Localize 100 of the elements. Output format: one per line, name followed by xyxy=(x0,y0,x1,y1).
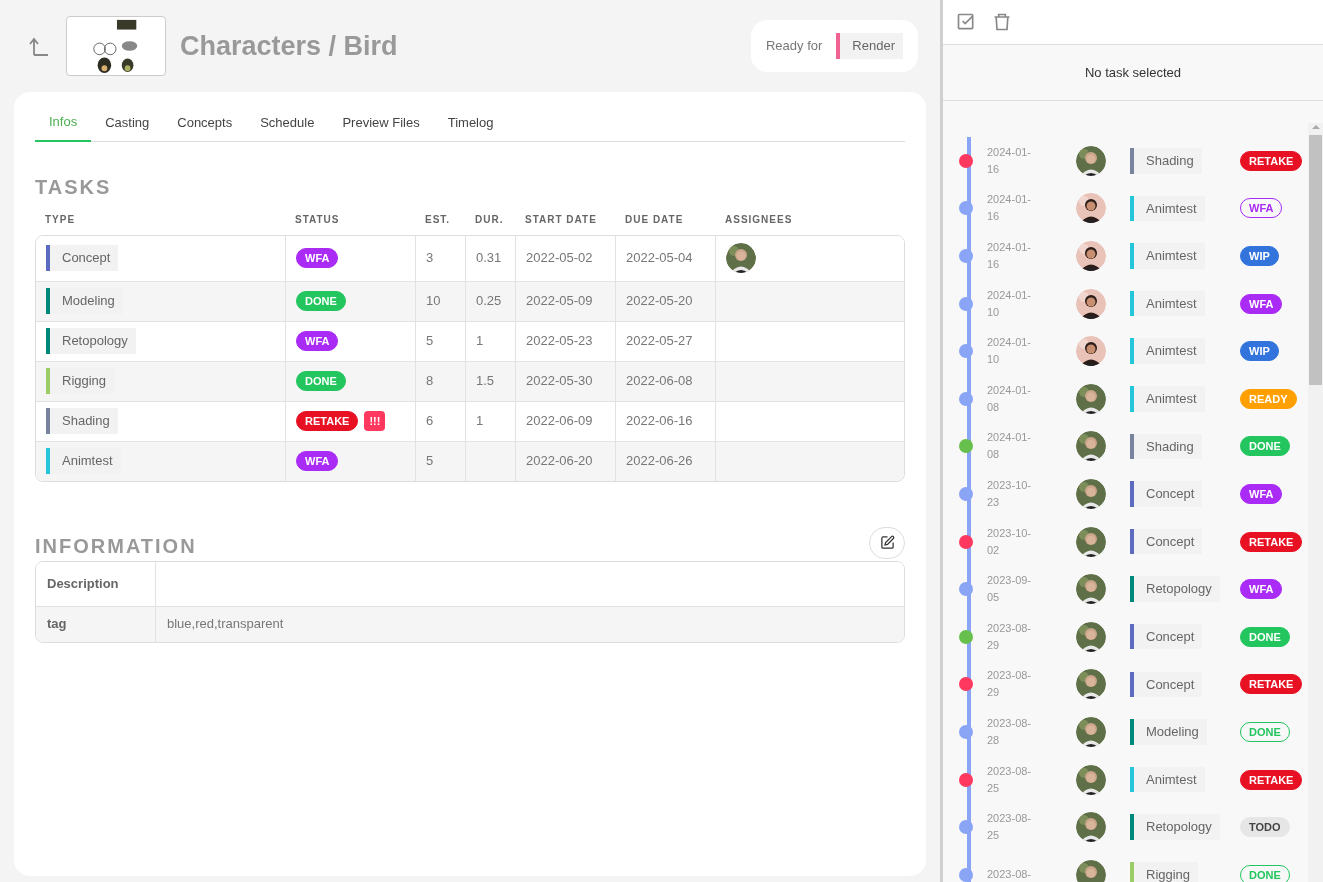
status-badge: WFA xyxy=(296,331,339,351)
field-label: tag xyxy=(47,615,67,634)
task-type-tag: Modeling xyxy=(1130,719,1207,745)
status-badge: RETAKE xyxy=(1240,531,1303,552)
section-title: TASKS xyxy=(35,174,113,200)
status-badge: WFA xyxy=(1240,483,1283,504)
status-badge: RETAKE xyxy=(1240,674,1303,695)
task-type-tag: Concept xyxy=(46,245,119,271)
column-header: DUE DATE xyxy=(624,212,685,227)
timeline-date: 2023-08-28 xyxy=(987,715,1033,748)
table-cell-text: 5 xyxy=(426,332,434,351)
task-type-tag: Concept xyxy=(1130,528,1203,555)
status-badge: WIP xyxy=(1240,341,1279,362)
timeline-date: 2023-10-02 xyxy=(987,525,1033,558)
table-cell-text: 2022-05-20 xyxy=(626,292,693,311)
table-cell-text: 1 xyxy=(476,412,484,431)
status-badge: DONE xyxy=(1240,626,1290,647)
status-badge: TODO xyxy=(1240,817,1290,838)
tab[interactable]: Schedule xyxy=(246,112,329,141)
scroll-up-icon[interactable] xyxy=(1311,125,1320,129)
status-badge: WFA xyxy=(1240,293,1283,314)
table-cell-text: 0.25 xyxy=(476,292,502,311)
timeline-date: 2023-09-05 xyxy=(987,573,1033,606)
task-type-tag: Animtest xyxy=(1130,290,1205,317)
table-cell-text: 1 xyxy=(476,332,484,351)
table-cell-text: 5 xyxy=(426,452,434,471)
scrollbar-thumb[interactable] xyxy=(1309,135,1322,385)
status-badge: RETAKE xyxy=(1240,150,1303,171)
column-header: EST. xyxy=(424,212,452,227)
tab[interactable]: Concepts xyxy=(163,112,247,141)
trash-icon[interactable] xyxy=(992,12,1012,32)
task-type-tag: Render xyxy=(836,33,903,59)
status-badge: READY xyxy=(1240,388,1297,409)
timeline-date: 2024-01-08 xyxy=(987,382,1033,415)
table-cell-text: 1.5 xyxy=(476,372,495,391)
checkbox-icon[interactable] xyxy=(956,12,976,32)
task-type-tag: Animtest xyxy=(1130,243,1205,269)
table-cell-text: 6 xyxy=(426,412,434,431)
status-badge: WFA xyxy=(296,451,339,471)
back-arrow-icon[interactable] xyxy=(28,35,50,57)
status-badge: RETAKE xyxy=(1240,769,1303,790)
task-type-tag: Concept xyxy=(1130,671,1203,698)
status-badge: WFA xyxy=(1240,579,1283,600)
timeline-date: 2024-01-16 xyxy=(987,240,1033,272)
edit-icon xyxy=(879,535,895,550)
timeline-date: 2023-08-29 xyxy=(987,620,1033,653)
column-header: ASSIGNEES xyxy=(724,212,794,227)
table-cell-text: 2022-05-02 xyxy=(526,249,593,268)
table-cell-text: 2022-05-04 xyxy=(626,249,693,268)
status-badge: DONE xyxy=(296,371,346,391)
timeline-date: 2024-01-10 xyxy=(987,287,1033,320)
task-type-tag: Rigging xyxy=(1130,861,1199,882)
timeline-date: 2024-01-08 xyxy=(987,430,1033,463)
task-type-tag: Retopology xyxy=(1130,576,1220,602)
task-type-tag: Concept xyxy=(1130,624,1203,650)
timeline-date: 2023-08-29 xyxy=(987,668,1033,701)
empty-state-text: No task selected xyxy=(1084,63,1182,82)
table-cell-text: 2022-05-23 xyxy=(526,332,593,351)
section-title: INFORMATION xyxy=(35,533,197,559)
timeline-date: 2024-01-16 xyxy=(987,192,1033,225)
column-header: DUR. xyxy=(474,212,505,227)
timeline-date: 2023-08-25 xyxy=(987,811,1033,844)
column-header: TYPE xyxy=(44,212,77,227)
timeline-date: 2023-10-23 xyxy=(987,477,1033,510)
table-cell-text: 2022-06-20 xyxy=(526,452,593,471)
tab[interactable]: Casting xyxy=(91,112,164,141)
table-cell-text: 8 xyxy=(426,372,434,391)
timeline-date: 2024-01-16 xyxy=(987,144,1033,177)
table-cell-text: 3 xyxy=(426,249,434,268)
table-cell-text: 2022-06-16 xyxy=(626,412,693,431)
task-type-tag: Concept xyxy=(1130,481,1203,507)
ready-for-label: Ready for xyxy=(766,37,823,56)
field-value: blue,red,transparent xyxy=(167,615,284,634)
status-badge: WIP xyxy=(1240,246,1279,266)
status-badge: DONE xyxy=(296,291,346,311)
column-header: STATUS xyxy=(294,212,341,227)
task-type-tag: Animtest xyxy=(1130,386,1205,412)
table-cell-text: 2022-06-09 xyxy=(526,412,593,431)
task-type-tag: Animtest xyxy=(1130,338,1205,364)
timeline-date: 2023-08-25 xyxy=(987,763,1033,796)
tab[interactable]: Timelog xyxy=(433,112,508,141)
tab[interactable]: Preview Files xyxy=(328,112,434,141)
task-type-tag: Retopology xyxy=(46,328,136,354)
task-type-tag: Retopology xyxy=(1130,814,1220,840)
table-cell-text: 2022-06-08 xyxy=(626,372,693,391)
timeline-date: 2023-08- xyxy=(987,867,1033,882)
field-label: Description xyxy=(47,574,119,593)
task-type-tag: Animtest xyxy=(1130,766,1205,793)
task-type-tag: Shading xyxy=(1130,433,1202,460)
edit-button[interactable] xyxy=(869,526,905,559)
column-header: START DATE xyxy=(524,212,598,227)
table-cell-text: 2022-05-27 xyxy=(626,332,693,351)
table-cell-text: 2022-05-30 xyxy=(526,372,593,391)
task-type-tag: Animtest xyxy=(1130,195,1205,222)
table-cell-text: 0.31 xyxy=(476,249,502,268)
priority-badge: !!! xyxy=(364,411,386,431)
page-title: Characters / Bird xyxy=(180,29,398,63)
task-type-tag: Shading xyxy=(1130,148,1202,174)
timeline-date: 2024-01-10 xyxy=(987,335,1033,368)
task-type-tag: Shading xyxy=(46,408,118,434)
